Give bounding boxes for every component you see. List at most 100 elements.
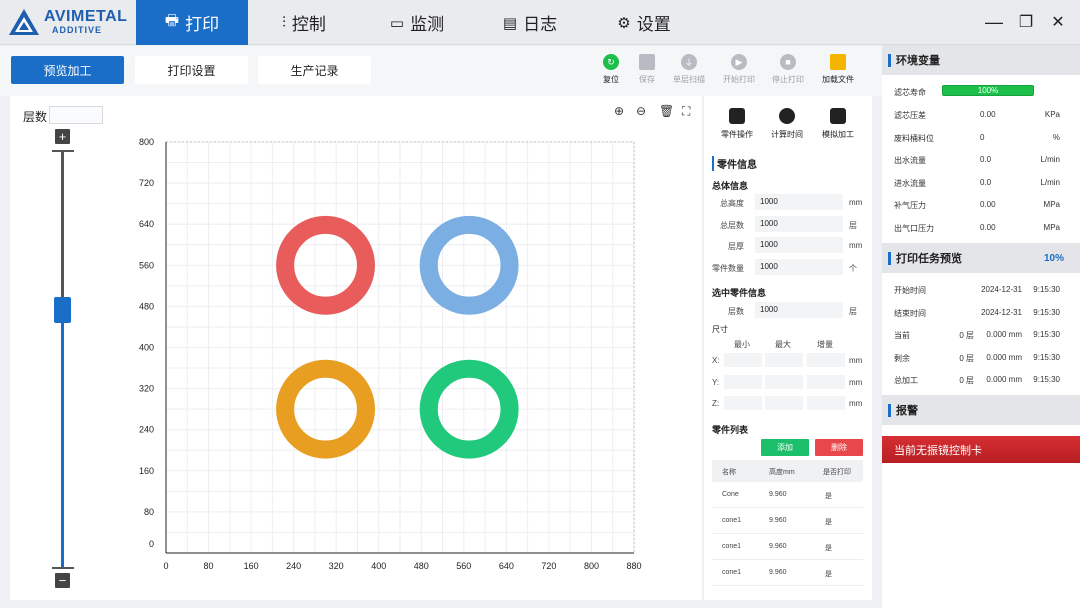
- minimize-button[interactable]: —: [982, 10, 1006, 34]
- tab-monitor[interactable]: ▭ 监测: [380, 0, 454, 45]
- layer-plot[interactable]: 0 80 160 240 320 400 480 560 640 720 800 880 0 80 160…: [10, 96, 702, 600]
- part-table-header: 名称 高度mm 是否打印: [712, 460, 863, 482]
- task-time: 9:15:30: [1033, 330, 1060, 339]
- logo-text-sub: ADDITIVE: [52, 25, 103, 35]
- x-tick-label: 240: [286, 561, 301, 571]
- y-tick-label: 720: [139, 178, 154, 188]
- task-value: 2024-12-31: [981, 307, 1022, 317]
- calc-time-button[interactable]: 计算时间: [764, 108, 810, 140]
- env-label: 出水流量: [894, 156, 926, 165]
- part-operation-button[interactable]: 零件操作: [714, 108, 760, 140]
- load-file-button[interactable]: 加载文件: [818, 54, 858, 85]
- size-max-head: 最大: [775, 340, 791, 349]
- overall-field[interactable]: 1000: [755, 194, 843, 210]
- save-icon: [639, 54, 655, 70]
- env-vars-header: 环境变量: [882, 45, 1080, 75]
- start-print-button[interactable]: ▶ 开始打印: [719, 54, 759, 85]
- table-row[interactable]: cone1 9.960 是: [712, 508, 863, 534]
- size-max-field[interactable]: [765, 353, 803, 367]
- save-button[interactable]: 保存: [627, 54, 667, 85]
- part-info-panel: 零件操作 计算时间 模拟加工 零件信息 总体信息 总高度 1000 mm 总层数 …: [704, 96, 872, 600]
- alarm-header: 报警: [882, 395, 1080, 425]
- tab-log[interactable]: ▤ 日志: [494, 0, 566, 45]
- overall-field[interactable]: 1000: [755, 237, 843, 253]
- play-icon: ▶: [731, 54, 747, 70]
- env-value: 0: [980, 132, 985, 142]
- tab-control[interactable]: ⫶ 控制: [262, 0, 346, 45]
- selected-layers-field[interactable]: 1000: [755, 302, 843, 318]
- selected-layers-label: 层数: [728, 307, 744, 316]
- cell-print: 是: [825, 519, 832, 526]
- env-label: 出气口压力: [894, 223, 934, 233]
- y-tick-label: 560: [139, 260, 154, 270]
- alarm-message: 当前无振镜控制卡: [882, 436, 1080, 463]
- tab-print[interactable]: 🖶 打印: [136, 0, 248, 45]
- overall-field[interactable]: 1000: [755, 215, 843, 232]
- cell-name: cone1: [722, 569, 742, 576]
- tool-label: 保存: [639, 75, 655, 84]
- size-step-field[interactable]: [807, 396, 845, 410]
- size-axis-label: Z:: [712, 399, 720, 408]
- y-tick-label: 240: [139, 425, 154, 435]
- cell-name: cone1: [722, 517, 742, 524]
- preview-process-button[interactable]: 预览加工: [11, 56, 124, 84]
- maximize-button[interactable]: ❐: [1014, 10, 1038, 34]
- x-tick-label: 560: [456, 561, 471, 571]
- task-label: 开始时间: [894, 286, 926, 295]
- x-tick-label: 880: [626, 561, 641, 571]
- x-tick-label: 480: [414, 561, 429, 571]
- cell-height: 9.960: [769, 569, 787, 576]
- tool-label: 加载文件: [822, 75, 854, 84]
- print-task-header: 打印任务预览 10%: [882, 243, 1080, 273]
- size-step-head: 增量: [817, 340, 833, 349]
- production-log-button[interactable]: 生产记录: [258, 56, 371, 84]
- env-unit: MPa: [1043, 200, 1060, 209]
- overall-unit: 个: [849, 263, 857, 273]
- size-min-field[interactable]: [724, 353, 762, 367]
- reset-icon: ↻: [603, 54, 619, 70]
- size-max-field[interactable]: [765, 374, 803, 389]
- overall-field[interactable]: 1000: [755, 258, 843, 275]
- env-value: 0.0: [980, 155, 992, 164]
- close-button[interactable]: ✕: [1046, 10, 1070, 34]
- simulate-process-button[interactable]: 模拟加工: [815, 108, 861, 140]
- y-tick-label: 640: [139, 219, 154, 229]
- x-tick-label: 640: [499, 561, 514, 571]
- folder-icon: [830, 54, 846, 70]
- size-min-field[interactable]: [724, 374, 762, 389]
- part-info-title: 零件信息: [712, 156, 757, 171]
- delete-part-button[interactable]: 删除: [815, 439, 863, 456]
- size-min-field[interactable]: [724, 396, 762, 410]
- cell-name: cone1: [722, 543, 742, 550]
- env-unit: MPa: [1043, 222, 1060, 232]
- size-step-field[interactable]: [807, 353, 845, 367]
- y-tick-label: 0: [149, 539, 154, 549]
- layer-canvas-panel: 层数 + − ⊕ ⊖ 🗑 ⛶ 0 80 160 240 320 400 480 560 640 7…: [10, 96, 702, 600]
- env-label: 补气压力: [894, 201, 926, 210]
- reset-button[interactable]: ↻ 复位: [591, 54, 631, 85]
- env-unit: L/min: [1040, 155, 1060, 164]
- table-row[interactable]: cone1 9.960 是: [712, 560, 863, 586]
- tab-settings[interactable]: ⚙ 设置: [608, 0, 680, 45]
- print-settings-button[interactable]: 打印设置: [135, 56, 248, 84]
- single-layer-scan-button[interactable]: ⏚ 单层扫描: [669, 54, 709, 85]
- size-max-field[interactable]: [765, 396, 803, 410]
- overall-label: 总层数: [720, 220, 744, 230]
- stop-print-button[interactable]: ■ 停止打印: [768, 54, 808, 85]
- tab-label: 日志: [523, 15, 558, 34]
- tab-label: 控制: [291, 15, 326, 34]
- env-value: 0.00: [980, 200, 996, 209]
- table-row[interactable]: Cone 9.960 是: [712, 482, 863, 508]
- table-row[interactable]: cone1 9.960 是: [712, 534, 863, 560]
- x-tick-label: 320: [329, 561, 344, 571]
- x-tick-label: 400: [371, 561, 386, 571]
- size-step-field[interactable]: [807, 374, 845, 389]
- env-unit: L/min: [1040, 177, 1060, 187]
- task-time: 9:15:30: [1033, 307, 1060, 317]
- tab-label: 监测: [410, 15, 445, 34]
- filter-life-label: 滤芯寿命: [894, 88, 926, 97]
- task-label: 结束时间: [894, 308, 926, 318]
- add-part-button[interactable]: 添加: [761, 439, 809, 456]
- task-label: 当前: [894, 331, 910, 340]
- print-task-title: 打印任务预览: [896, 253, 962, 265]
